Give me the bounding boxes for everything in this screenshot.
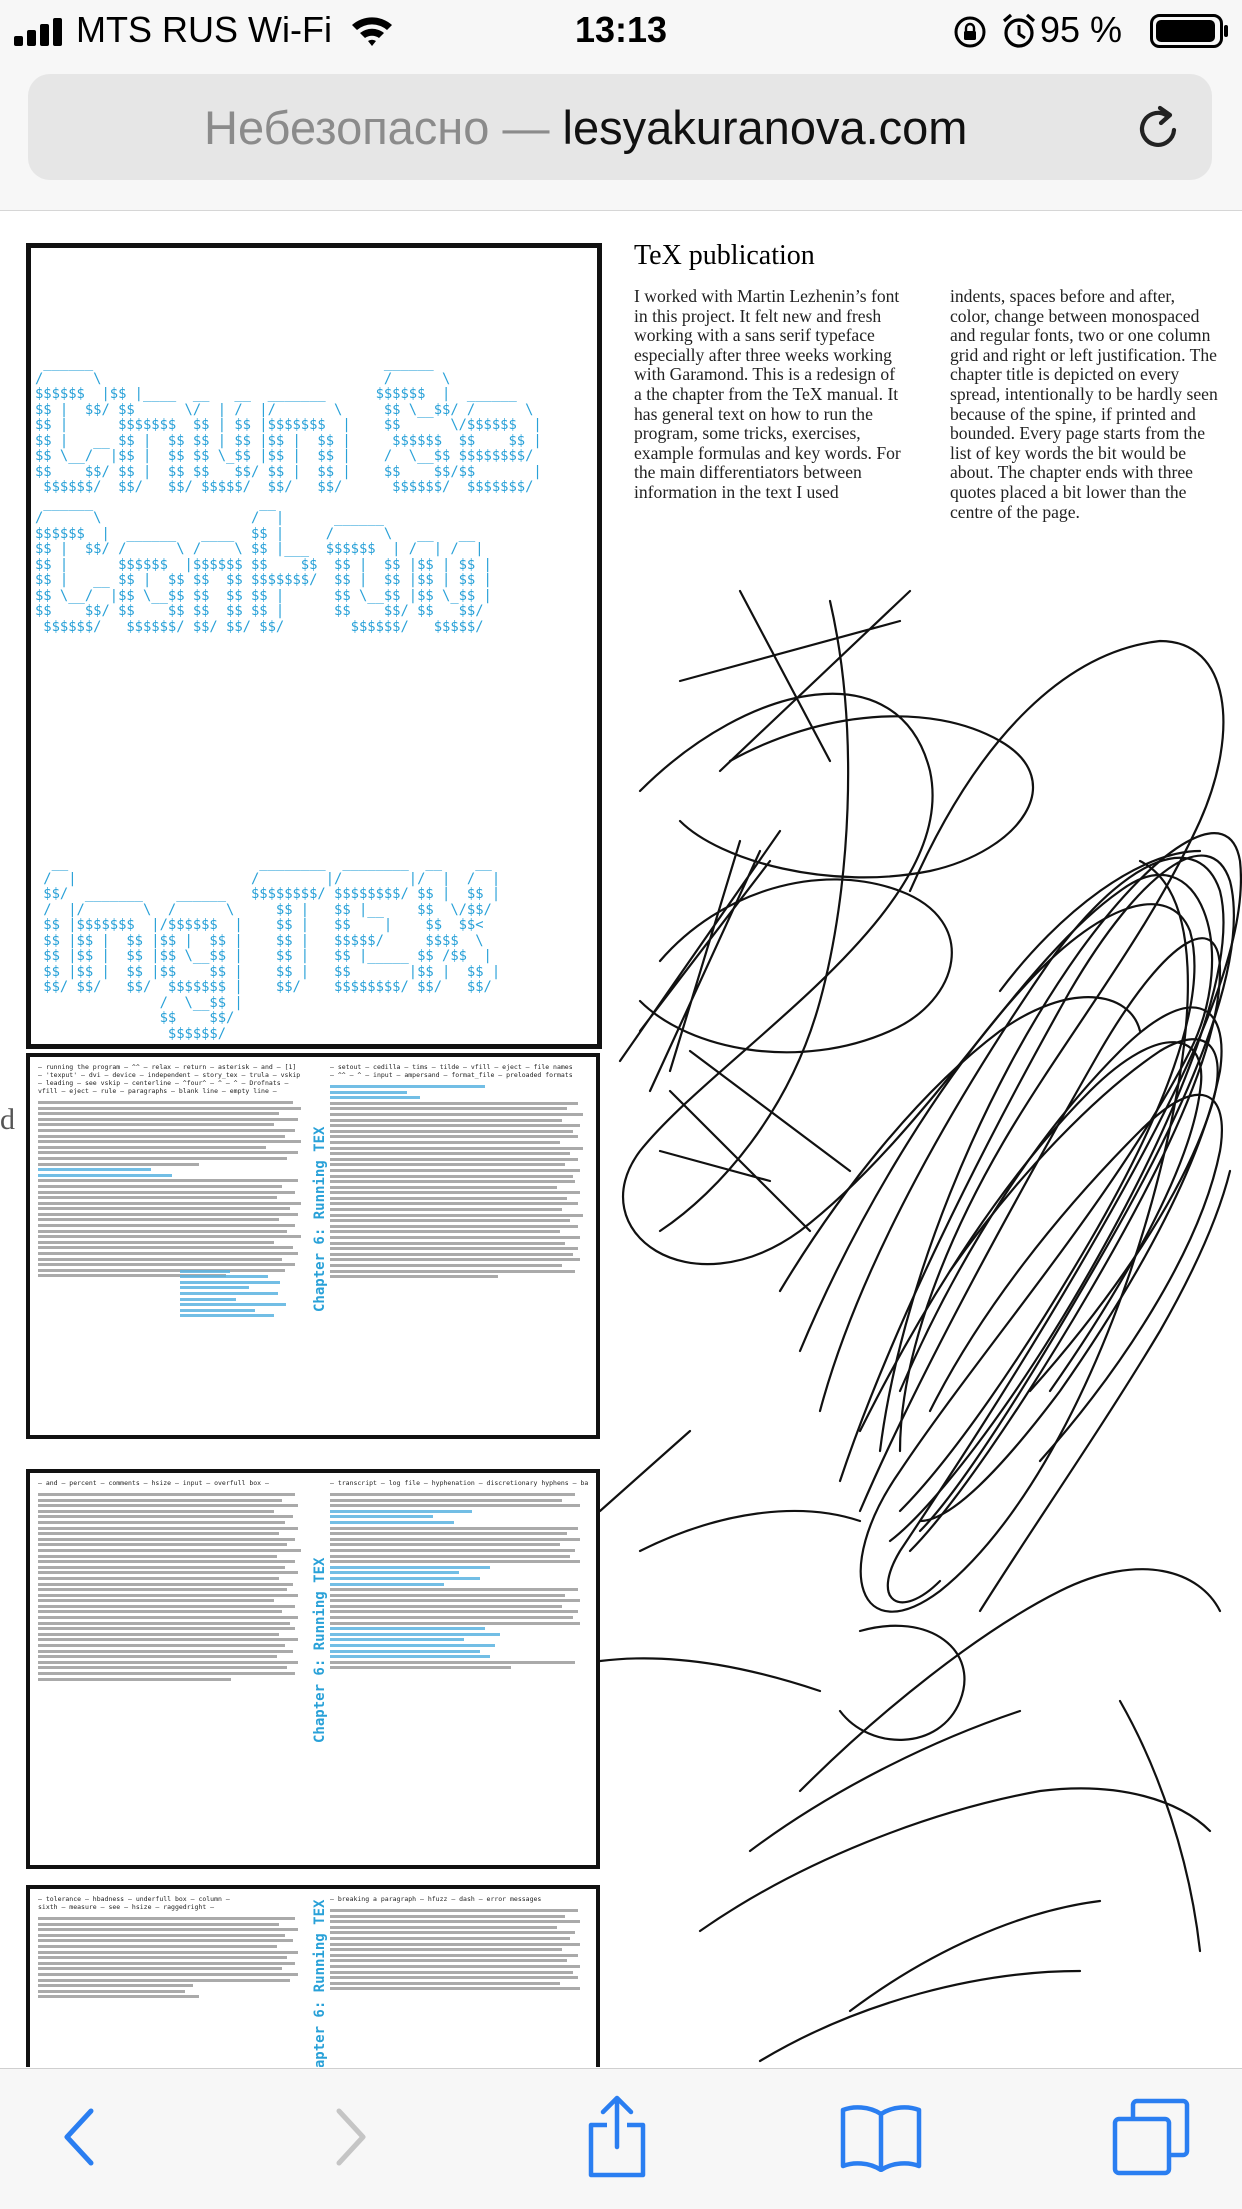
spread-page-3[interactable]: — and — percent — comments — hsize — inp…: [26, 1469, 600, 1869]
alarm-icon: [1002, 13, 1036, 48]
keywords-list: — running the program — ^^ — relax — ret…: [38, 1063, 301, 1095]
ascii-art-chapter-title: ______ ______ / \ / \ $$$$$$ |$$ |____ _…: [35, 355, 542, 635]
tabs-button[interactable]: [1096, 2087, 1206, 2187]
url-domain: lesyakuranova.com: [562, 101, 968, 154]
body-text-lines-right: [330, 1085, 588, 1279]
chapter-label-vertical: Chapter 6: Running TEX: [312, 1899, 328, 2067]
page-right: — transcript — log file — hyphenation — …: [330, 1479, 588, 1859]
keywords-list-right: — breaking a paragraph — hfuzz — dash — …: [330, 1895, 542, 1903]
forward-icon: [336, 2108, 366, 2166]
forward-button[interactable]: [296, 2087, 406, 2187]
url-display[interactable]: Небезопасно — lesyakuranova.com: [204, 100, 967, 156]
back-button[interactable]: [24, 2087, 134, 2187]
spread-page-2[interactable]: — running the program — ^^ — relax — ret…: [26, 1053, 600, 1439]
spread-title-ascii[interactable]: ______ ______ / \ / \ $$$$$$ |$$ |____ _…: [26, 243, 602, 1049]
reload-icon[interactable]: [1134, 104, 1184, 154]
address-bar[interactable]: Небезопасно — lesyakuranova.com: [28, 74, 1212, 180]
bookmarks-button[interactable]: [826, 2087, 936, 2187]
body-text-lines-right: [330, 1493, 588, 1670]
orientation-lock-icon: [954, 16, 986, 48]
page-left: — and — percent — comments — hsize — inp…: [38, 1479, 306, 1859]
share-icon: [588, 2095, 646, 2178]
keywords-list: — tolerance — hbadness — underfull box —…: [38, 1895, 230, 1911]
keywords-list: — and — percent — comments — hsize — inp…: [38, 1479, 269, 1487]
chapter-label-vertical: Chapter 6: Running TEX: [312, 1126, 328, 1312]
chapter-label-vertical: Chapter 6: Running TEX: [312, 1557, 328, 1743]
page-right: — setout — cedilla — tims — tilde — vfil…: [330, 1063, 588, 1429]
web-page: d ______ ______ / \ / \ $$$$$$ |$$ |____…: [0, 211, 1242, 2067]
scribble-drawing: [600, 589, 1242, 2063]
cropped-text-fragment: d: [0, 1103, 15, 1136]
url-separator: —: [489, 101, 563, 154]
page-right: — breaking a paragraph — hfuzz — dash — …: [330, 1895, 588, 2067]
article-title: TeX publication: [634, 240, 815, 271]
code-block: [180, 1267, 305, 1429]
body-text-lines-right: [330, 1909, 588, 1991]
battery-icon: [1150, 14, 1228, 48]
keywords-list-right: — transcript — log file — hyphenation — …: [330, 1479, 588, 1487]
back-icon: [64, 2108, 94, 2166]
tabs-icon: [1112, 2098, 1190, 2176]
spread-page-4[interactable]: — tolerance — hbadness — underfull box —…: [26, 1885, 600, 2067]
page-left: — tolerance — hbadness — underfull box —…: [38, 1895, 306, 2067]
status-bar: MTS RUS Wi-Fi 13:13 95 %: [0, 0, 1242, 60]
article-text-column-2: indents, spaces before and after, color,…: [950, 286, 1218, 522]
ascii-art-running-tex: __ ________ ________ __ __ / | / |/ |/ |…: [43, 855, 501, 1042]
article-text-column-1: I worked with Martin Lezhenin’s font in …: [634, 286, 901, 502]
security-warning: Небезопасно: [204, 101, 490, 154]
share-button[interactable]: [562, 2087, 672, 2187]
body-text-lines: [38, 1101, 306, 1278]
body-text-lines: [38, 1917, 306, 1999]
battery-percent: 95 %: [1040, 9, 1123, 50]
browser-address-area: Небезопасно — lesyakuranova.com: [0, 60, 1242, 211]
keywords-list-right: — setout — cedilla — tims — tilde — vfil…: [330, 1063, 573, 1079]
body-text-lines: [38, 1493, 306, 1681]
browser-toolbar: [0, 2068, 1242, 2209]
bookmarks-icon: [840, 2105, 922, 2172]
